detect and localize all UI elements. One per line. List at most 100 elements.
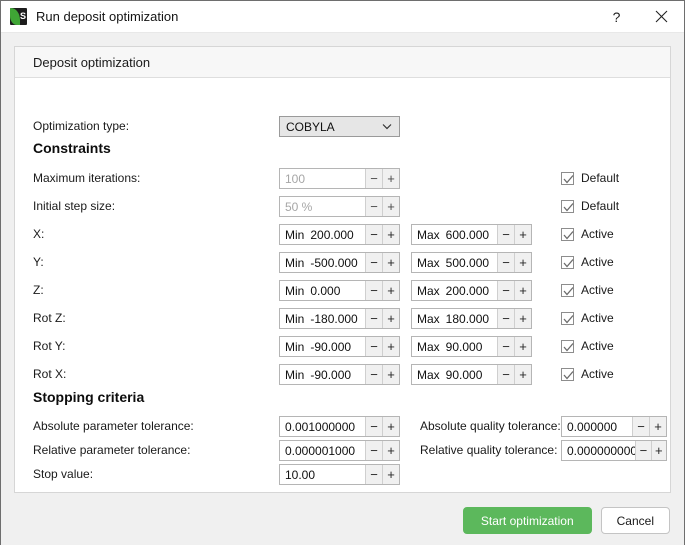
constraint-3-min-prefix: Min [285, 255, 305, 270]
constraint-2-checkbox[interactable]: Active [561, 227, 614, 241]
constraint-7-checkbox[interactable]: Active [561, 367, 614, 381]
constraint-3-min-spinbox[interactable]: Min -500.000− + [279, 252, 400, 273]
constraint-6-min-input[interactable]: Min -90.000 [280, 337, 365, 356]
constraint-6-min-increment-button[interactable]: + [382, 337, 399, 356]
constraint-3-max-spinbox[interactable]: Max 500.000− + [411, 252, 532, 273]
stopping-1-decrement-button[interactable]: − [365, 441, 382, 460]
constraint-4-max-decrement-button[interactable]: − [497, 281, 514, 300]
constraint-5-max-decrement-button[interactable]: − [497, 309, 514, 328]
optimization-type-select[interactable]: COBYLA [279, 116, 400, 137]
constraint-0-value: 100 [285, 171, 306, 186]
constraint-6-min-decrement-button[interactable]: − [365, 337, 382, 356]
stopping-2-input[interactable]: 10.00 [280, 465, 365, 484]
constraint-4-max-input[interactable]: Max 200.000 [412, 281, 497, 300]
constraint-0-checkbox-box [561, 171, 574, 185]
stopping-1-right-input[interactable]: 0.000000000 [562, 441, 636, 460]
constraint-7-max-spinbox[interactable]: Max 90.000− + [411, 364, 532, 385]
constraint-5-max-input[interactable]: Max 180.000 [412, 309, 497, 328]
constraint-5-max-prefix: Max [417, 311, 440, 326]
constraint-6-min-spinbox[interactable]: Min -90.000− + [279, 336, 400, 357]
constraint-2-max-input[interactable]: Max 600.000 [412, 225, 497, 244]
constraint-6-max-increment-button[interactable]: + [514, 337, 531, 356]
constraint-2-max-increment-button[interactable]: + [514, 225, 531, 244]
stopping-0-increment-button[interactable]: + [382, 417, 399, 436]
stopping-1-right-decrement-button[interactable]: − [635, 441, 651, 460]
constraint-7-max-input[interactable]: Max 90.000 [412, 365, 497, 384]
constraint-6-max-decrement-button[interactable]: − [497, 337, 514, 356]
constraint-3-min-increment-button[interactable]: + [382, 253, 399, 272]
constraint-4-min-spinbox[interactable]: Min 0.000 − + [279, 280, 400, 301]
constraint-3-max-input[interactable]: Max 500.000 [412, 253, 497, 272]
stopping-0-right-spinbox[interactable]: 0.000000− + [561, 416, 667, 437]
constraint-2-min-input[interactable]: Min 200.000 [280, 225, 365, 244]
stopping-0-spinbox[interactable]: 0.001000000− + [279, 416, 400, 437]
constraint-7-max-increment-button[interactable]: + [514, 365, 531, 384]
constraint-5-checkbox[interactable]: Active [561, 311, 614, 325]
start-optimization-button[interactable]: Start optimization [462, 507, 592, 534]
constraint-7-min-increment-button[interactable]: + [382, 365, 399, 384]
constraint-5-min-increment-button[interactable]: + [382, 309, 399, 328]
close-button[interactable] [639, 1, 684, 33]
stopping-0-right-increment-button[interactable]: + [649, 417, 666, 436]
constraints-heading: Constraints [33, 140, 111, 156]
constraint-3-min-input[interactable]: Min -500.000 [280, 253, 365, 272]
stopping-1-spinbox[interactable]: 0.000001000− + [279, 440, 400, 461]
stopping-2-label: Stop value: [33, 467, 94, 481]
groupbox-content: Optimization type: COBYLA Constraints Ma… [15, 78, 670, 492]
constraint-5-min-spinbox[interactable]: Min -180.000− + [279, 308, 400, 329]
constraint-5-max-increment-button[interactable]: + [514, 309, 531, 328]
constraint-0-checkbox[interactable]: Default [561, 171, 619, 185]
constraint-5-min-input[interactable]: Min -180.000 [280, 309, 365, 328]
constraint-4-max-spinbox[interactable]: Max 200.000− + [411, 280, 532, 301]
stopping-1-right-increment-button[interactable]: + [650, 441, 666, 460]
constraint-7-min-input[interactable]: Min -90.000 [280, 365, 365, 384]
constraint-2-min-increment-button[interactable]: + [382, 225, 399, 244]
constraint-6-max-value: 90.000 [445, 339, 483, 354]
constraint-2-min-decrement-button[interactable]: − [365, 225, 382, 244]
stopping-0-right-input[interactable]: 0.000000 [562, 417, 632, 436]
constraint-3-max-decrement-button[interactable]: − [497, 253, 514, 272]
help-button[interactable]: ? [594, 1, 639, 33]
constraint-2-min-spinbox[interactable]: Min 200.000− + [279, 224, 400, 245]
constraint-3-max-increment-button[interactable]: + [514, 253, 531, 272]
constraint-5-min-decrement-button[interactable]: − [365, 309, 382, 328]
constraint-7-min-decrement-button[interactable]: − [365, 365, 382, 384]
constraint-5-max-spinbox[interactable]: Max 180.000− + [411, 308, 532, 329]
constraint-4-min-decrement-button[interactable]: − [365, 281, 382, 300]
stopping-2-decrement-button[interactable]: − [365, 465, 382, 484]
stopping-1-input[interactable]: 0.000001000 [280, 441, 365, 460]
constraint-4-max-increment-button[interactable]: + [514, 281, 531, 300]
stopping-2-increment-button[interactable]: + [382, 465, 399, 484]
cancel-button[interactable]: Cancel [600, 507, 670, 534]
constraint-1-checkbox-box [561, 199, 574, 213]
constraint-3-checkbox-box [561, 255, 574, 269]
stopping-1-right-spinbox[interactable]: 0.000000000− + [561, 440, 667, 461]
constraint-1-checkbox[interactable]: Default [561, 199, 619, 213]
constraint-5-max-value: 180.000 [445, 311, 490, 326]
constraint-7-checkbox-box [561, 367, 574, 381]
groupbox-title: Deposit optimization [33, 54, 151, 70]
constraint-2-max-value: 600.000 [445, 227, 490, 242]
constraint-6-min-value: -90.000 [310, 339, 352, 354]
constraint-4-checkbox-label: Active [581, 283, 614, 297]
constraint-4-label: Z: [33, 283, 44, 297]
constraint-3-checkbox[interactable]: Active [561, 255, 614, 269]
dialog-footer: Start optimization Cancel [1, 493, 684, 545]
constraint-7-max-decrement-button[interactable]: − [497, 365, 514, 384]
constraint-7-min-spinbox[interactable]: Min -90.000− + [279, 364, 400, 385]
stopping-1-increment-button[interactable]: + [382, 441, 399, 460]
constraint-3-min-value: -500.000 [310, 255, 358, 270]
constraint-2-max-spinbox[interactable]: Max 600.000− + [411, 224, 532, 245]
stopping-2-spinbox[interactable]: 10.00 − + [279, 464, 400, 485]
constraint-2-max-decrement-button[interactable]: − [497, 225, 514, 244]
constraint-4-min-input[interactable]: Min 0.000 [280, 281, 365, 300]
constraint-3-min-decrement-button[interactable]: − [365, 253, 382, 272]
stopping-0-decrement-button[interactable]: − [365, 417, 382, 436]
constraint-4-checkbox[interactable]: Active [561, 283, 614, 297]
constraint-4-min-increment-button[interactable]: + [382, 281, 399, 300]
constraint-6-checkbox[interactable]: Active [561, 339, 614, 353]
constraint-6-max-spinbox[interactable]: Max 90.000− + [411, 336, 532, 357]
stopping-0-input[interactable]: 0.001000000 [280, 417, 365, 436]
constraint-6-max-input[interactable]: Max 90.000 [412, 337, 497, 356]
stopping-0-right-decrement-button[interactable]: − [632, 417, 649, 436]
